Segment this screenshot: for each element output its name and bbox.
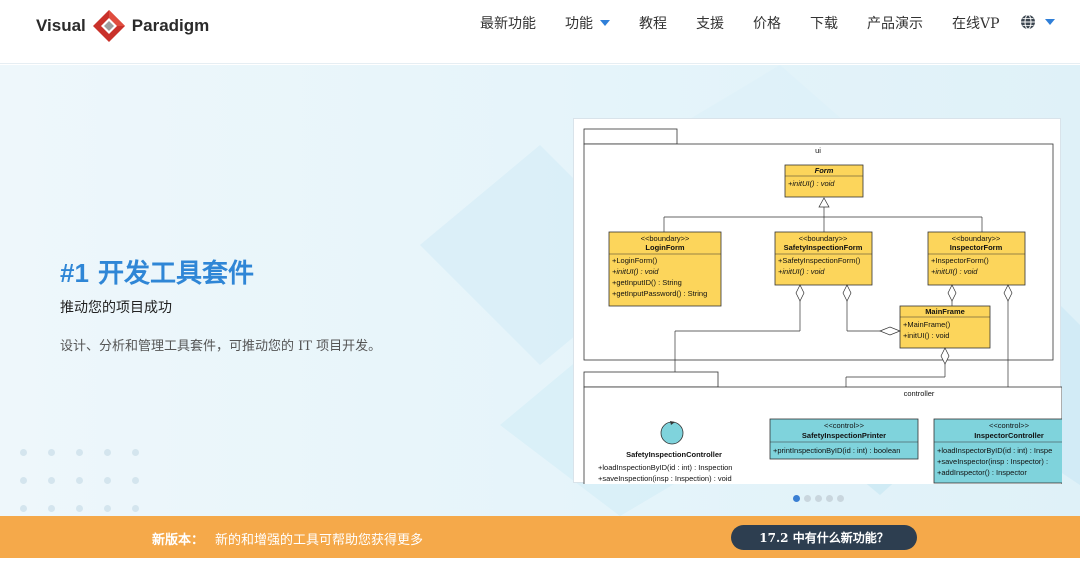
whats-new-button[interactable]: 17.2 中有什么新功能？	[731, 525, 917, 550]
carousel-dot[interactable]	[804, 495, 811, 502]
logo-text-right: Paradigm	[131, 16, 210, 35]
class-stereotype: <<boundary>>	[952, 234, 1001, 243]
decorative-dot-grid	[20, 449, 150, 513]
class-operation: +LoginForm()	[612, 256, 658, 265]
globe-icon	[1021, 14, 1035, 30]
nav-item-demo[interactable]: 产品演示	[867, 13, 923, 33]
nav-label: 下载	[810, 16, 838, 32]
hero-title-text: 开发工具套件	[97, 259, 254, 289]
nav-item-features[interactable]: 功能	[565, 13, 610, 33]
chevron-down-icon	[1045, 19, 1055, 25]
release-banner: 新版本： 新的和增强的工具可帮助您获得更多 17.2 中有什么新功能？	[0, 516, 1080, 558]
uml-class-inspector-form: <<boundary>> InspectorForm +InspectorFor…	[927, 231, 1026, 286]
class-operation: +saveInspection(insp : Inspection) : voi…	[598, 474, 732, 483]
ui-package-tab	[583, 128, 678, 145]
logo-diamond-icon	[92, 10, 125, 42]
carousel-dot[interactable]	[815, 495, 822, 502]
class-name: InspectorController	[974, 431, 1044, 440]
class-name: LoginForm	[645, 243, 684, 252]
uml-class-login-form: <<boundary>> LoginForm +LoginForm() +ini…	[608, 231, 722, 307]
class-operation: +loadInspectionByID(id : int) : Inspecti…	[598, 463, 732, 472]
carousel-indicators	[793, 495, 844, 502]
controller-package-tab	[583, 371, 719, 388]
banner-text: 新的和增强的工具可帮助您获得更多	[215, 533, 424, 548]
nav-label: 在线VP	[952, 16, 1000, 32]
class-operation: +initUI() : void	[612, 267, 659, 276]
logo[interactable]: Visual Paradigm	[36, 6, 209, 46]
nav-label: 产品演示	[867, 16, 923, 32]
controller-package-label: controller	[904, 389, 935, 398]
class-operation: +SafetyInspectionForm()	[778, 256, 861, 265]
carousel-dot[interactable]	[826, 495, 833, 502]
hero-description: 设计、分析和管理工具套件，可推动您的 IT 项目开发。	[60, 339, 382, 354]
main-nav: 最新功能 功能 教程 支援 价格 下载 产品演示 在线VP	[480, 12, 1029, 34]
carousel-dot[interactable]	[837, 495, 844, 502]
class-operation: +initUI() : void	[788, 179, 835, 188]
hero-subtitle: 推动您的项目成功	[60, 300, 172, 316]
class-operation: +initUI() : void	[931, 267, 978, 276]
uml-class-main-frame: MainFrame +MainFrame() +initUI() : void	[899, 305, 991, 349]
site-header: Visual Paradigm 最新功能 功能 教程 支援 价格 下载 产品演示…	[0, 0, 1080, 64]
nav-label: 价格	[753, 16, 781, 32]
language-selector[interactable]	[1020, 14, 1055, 30]
class-operation: +printInspectionByID(id : int) : boolean	[773, 446, 900, 455]
nav-item-tutorials[interactable]: 教程	[639, 13, 667, 33]
class-name: Form	[815, 166, 834, 175]
class-operation: +saveInspector(insp : Inspector) :	[937, 457, 1048, 466]
class-operation: +addInspector() : Inspector	[937, 468, 1027, 477]
hero-title-prefix: #1	[60, 258, 89, 288]
class-operation: +getInputID() : String	[612, 278, 682, 287]
class-operation: +InspectorForm()	[931, 256, 989, 265]
page-bottom	[0, 558, 1080, 562]
uml-class-diagram-image: ui Form +initUI() : void <<boundary>> Lo…	[573, 118, 1067, 488]
logo-text-left: Visual	[36, 16, 86, 35]
class-stereotype: <<control>>	[824, 421, 865, 430]
chevron-down-icon	[600, 20, 610, 26]
class-operation: +loadInspectorByID(id : int) : Inspe	[937, 446, 1052, 455]
class-stereotype: <<control>>	[989, 421, 1030, 430]
uml-class-safety-inspection-printer: <<control>> SafetyInspectionPrinter +pri…	[769, 418, 919, 460]
class-operation: +MainFrame()	[903, 320, 951, 329]
banner-label: 新版本：	[152, 533, 205, 548]
nav-item-support[interactable]: 支援	[696, 13, 724, 33]
class-name: MainFrame	[925, 307, 965, 316]
class-name: InspectorForm	[950, 243, 1003, 252]
carousel-dot[interactable]	[793, 495, 800, 502]
class-name: SafetyInspectionForm	[784, 243, 863, 252]
class-operation: +getInputPassword() : String	[612, 289, 707, 298]
class-stereotype: <<boundary>>	[641, 234, 690, 243]
nav-item-new-features[interactable]: 最新功能	[480, 13, 536, 33]
nav-label: 最新功能	[480, 16, 536, 32]
nav-item-online-vp[interactable]: 在线VP	[952, 13, 1000, 33]
nav-label: 功能	[565, 16, 593, 32]
class-stereotype: <<boundary>>	[799, 234, 848, 243]
hero-title: #1 开发工具套件	[60, 253, 254, 290]
ui-package-label: ui	[815, 146, 821, 155]
uml-class-form: Form +initUI() : void	[784, 164, 864, 198]
class-name: SafetyInspectionController	[626, 450, 722, 459]
nav-label: 支援	[696, 16, 724, 32]
nav-item-pricing[interactable]: 价格	[753, 13, 781, 33]
uml-class-inspector-controller: <<control>> InspectorController +loadIns…	[933, 418, 1067, 484]
class-name: SafetyInspectionPrinter	[802, 431, 886, 440]
nav-item-download[interactable]: 下载	[810, 13, 838, 33]
uml-class-safety-inspection-form: <<boundary>> SafetyInspectionForm +Safet…	[774, 231, 873, 286]
class-operation: +initUI() : void	[903, 331, 949, 340]
hero-section: #1 开发工具套件 推动您的项目成功 设计、分析和管理工具套件，可推动您的 IT…	[0, 65, 1080, 516]
nav-label: 教程	[639, 16, 667, 32]
class-operation: +initUI() : void	[778, 267, 825, 276]
